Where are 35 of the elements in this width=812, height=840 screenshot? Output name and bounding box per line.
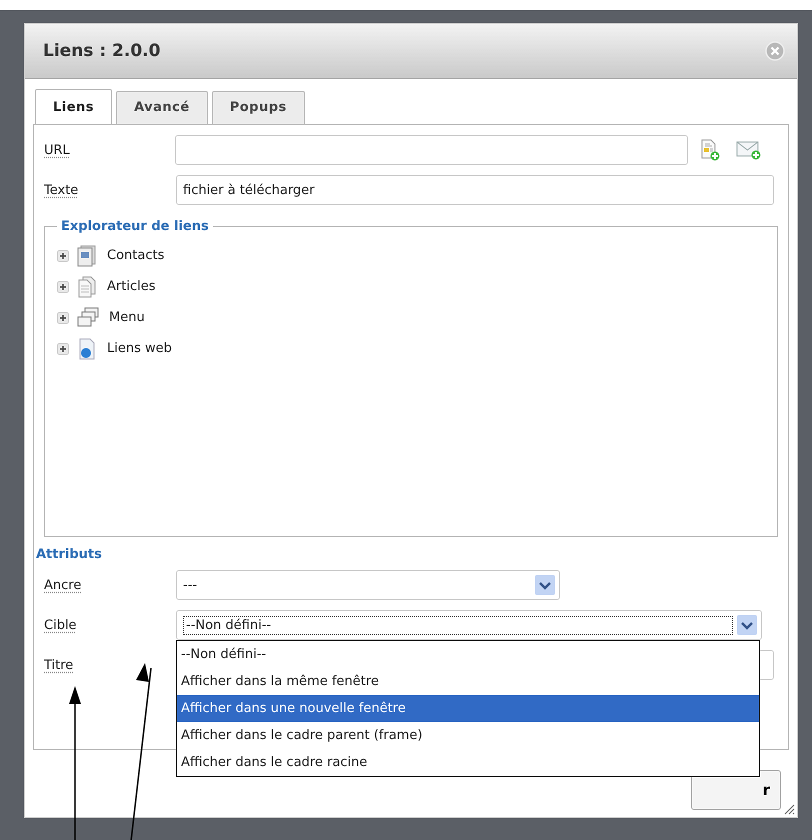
section-title: Attributs xyxy=(36,547,103,562)
tree-item[interactable]: Menu xyxy=(109,310,145,325)
envelope-add-icon[interactable] xyxy=(736,139,762,161)
url-field[interactable] xyxy=(175,135,688,165)
windows-icon xyxy=(77,306,99,328)
text-field[interactable]: fichier à télécharger xyxy=(176,175,774,205)
field-label: Cible xyxy=(44,618,78,632)
dropdown-option[interactable]: Afficher dans le cadre parent (frame) xyxy=(177,722,759,749)
dropdown-option[interactable]: --Non défini-- xyxy=(177,641,759,668)
target-dropdown[interactable]: --Non défini-- xyxy=(176,610,762,640)
dropdown-option[interactable]: Afficher dans une nouvelle fenêtre xyxy=(177,695,759,722)
tab[interactable]: Avancé xyxy=(116,91,208,124)
globe-document-icon xyxy=(77,338,97,360)
field-label: Texte xyxy=(44,182,80,198)
tab[interactable]: Popups xyxy=(212,91,305,124)
caret-icon xyxy=(535,575,555,595)
caret-icon xyxy=(737,615,757,635)
field-label: Titre xyxy=(44,658,74,672)
expand-icon[interactable] xyxy=(57,312,69,324)
expand-icon[interactable] xyxy=(57,280,69,292)
anchor-dropdown[interactable]: --- xyxy=(176,570,560,600)
documents-icon xyxy=(77,276,97,298)
tab[interactable]: Liens xyxy=(35,89,112,125)
dialog-title: Liens : 2.0.0 xyxy=(43,41,160,61)
tree-item[interactable]: Contacts xyxy=(107,248,164,263)
contact-card-icon xyxy=(77,244,97,266)
tree-item[interactable]: Liens web xyxy=(107,341,172,356)
expand-icon[interactable] xyxy=(57,342,69,354)
section-title: Explorateur de liens xyxy=(60,219,210,234)
dropdown-option[interactable]: Afficher dans la même fenêtre xyxy=(177,668,759,695)
field-label: Ancre xyxy=(44,578,82,592)
field-label: URL xyxy=(44,142,71,158)
tree-item[interactable]: Articles xyxy=(107,279,156,294)
expand-icon[interactable] xyxy=(57,250,69,262)
resize-grip-icon[interactable] xyxy=(783,803,795,815)
